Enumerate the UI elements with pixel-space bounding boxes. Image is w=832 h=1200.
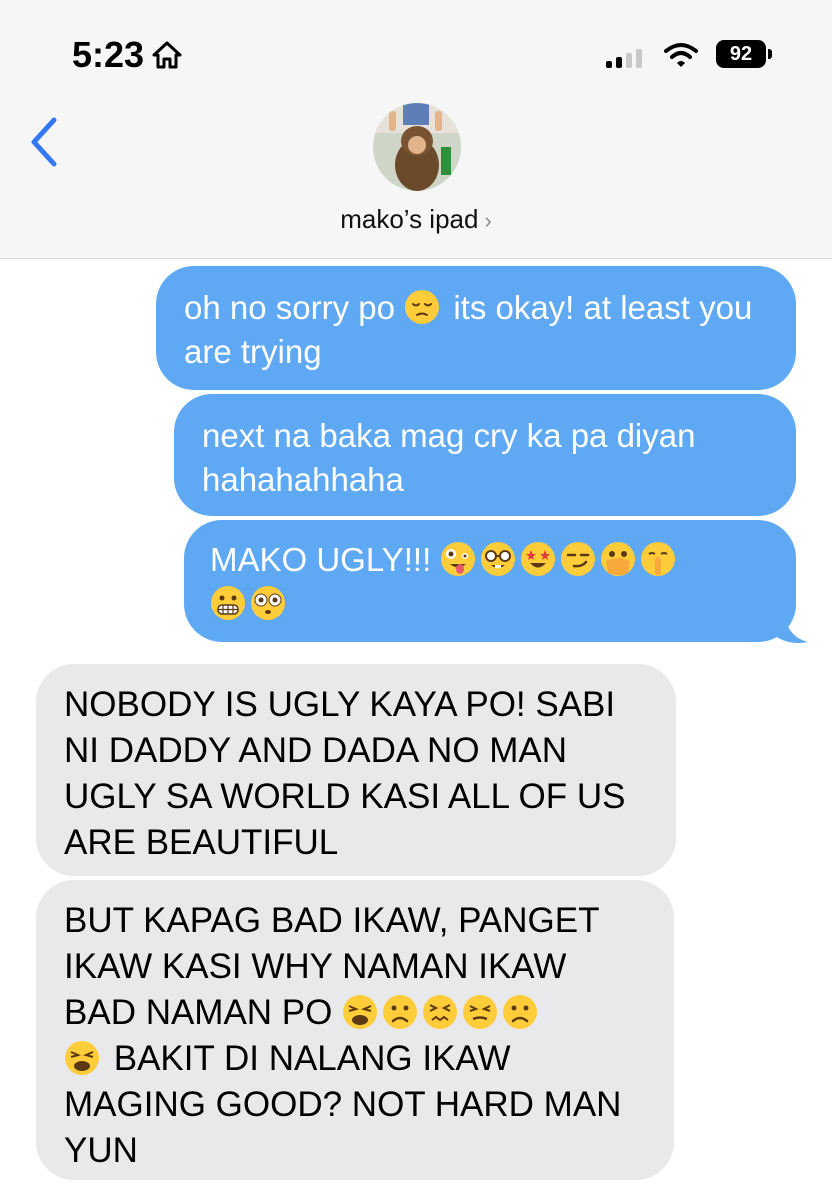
home-icon (152, 41, 182, 69)
status-time: 5:23 (72, 34, 182, 76)
battery-cap (768, 49, 772, 59)
pensive-face-icon (405, 290, 440, 324)
sent-message-bubble[interactable]: MAKO UGLY!!! (184, 520, 796, 642)
face-with-open-eyes-hand-over-mouth-icon (601, 542, 636, 576)
wifi-icon (664, 43, 698, 67)
confounded-face-icon (423, 995, 458, 1029)
flushed-face-icon (251, 586, 285, 620)
back-chevron-icon[interactable] (28, 116, 60, 168)
conversation-header: 5:23 92 mako’s ipad › (0, 0, 832, 259)
persevering-face-icon (463, 995, 498, 1029)
nerd-face-icon (481, 542, 516, 576)
message-text: NOBODY IS UGLY KAYA PO! SABI NI DADDY AN… (64, 685, 626, 862)
grimacing-face-icon (211, 586, 245, 620)
message-text: next na baka mag cry ka pa diyan hahahah… (202, 417, 696, 498)
star-struck-icon (521, 542, 556, 576)
message-text: oh no sorry po (184, 289, 395, 326)
frowning-face-icon (503, 995, 538, 1029)
cellular-signal-icon (606, 48, 642, 68)
contact-name[interactable]: mako’s ipad › (0, 204, 832, 235)
contact-avatar[interactable] (373, 103, 461, 191)
chevron-right-icon: › (484, 208, 492, 233)
sent-message-bubble[interactable]: next na baka mag cry ka pa diyan hahahah… (174, 394, 796, 516)
battery-indicator: 92 (716, 40, 766, 68)
smirking-face-icon (561, 542, 596, 576)
bubble-tail-icon (770, 606, 808, 643)
messages-screen: 5:23 92 mako’s ipad › oh no sorry po its… (0, 0, 832, 1200)
sent-message-bubble[interactable]: oh no sorry po its okay! at least you ar… (156, 266, 796, 390)
message-text: MAKO UGLY!!! (210, 541, 432, 578)
shushing-face-icon (641, 542, 676, 576)
zany-face-icon (441, 542, 476, 576)
message-text-continued: BAKIT DI NALANG IKAW MAGING GOOD? NOT HA… (64, 1039, 622, 1170)
battery-level: 92 (729, 42, 753, 65)
weary-face-icon (65, 1041, 99, 1075)
received-message-bubble[interactable]: BUT KAPAG BAD IKAW, PANGET IKAW KASI WHY… (36, 880, 674, 1180)
contact-name-label: mako’s ipad (340, 204, 479, 234)
weary-face-icon (343, 995, 378, 1029)
frowning-face-icon (383, 995, 418, 1029)
received-message-bubble[interactable]: NOBODY IS UGLY KAYA PO! SABI NI DADDY AN… (36, 664, 676, 876)
status-time-label: 5:23 (72, 34, 145, 75)
